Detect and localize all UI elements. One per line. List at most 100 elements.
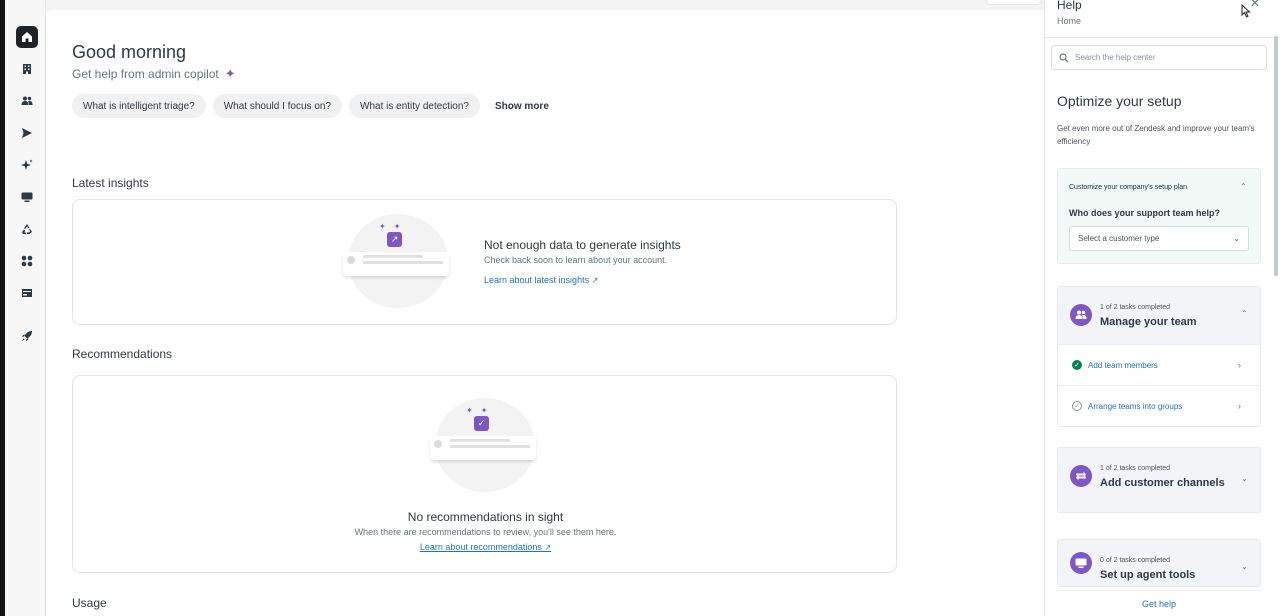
- sparkle-icon: [21, 159, 33, 170]
- latest-insights-card: ✦✦ ↗ Not enough data to generate insight…: [72, 199, 897, 325]
- task-progress: 1 of 2 tasks completed: [1100, 465, 1171, 472]
- illustration-tray: [343, 252, 449, 276]
- illustration-line: [450, 445, 530, 448]
- illustration-tray: [430, 436, 536, 460]
- illustration-line: [450, 439, 510, 442]
- chevron-up-icon: ⌃: [1241, 309, 1248, 318]
- nav-workspaces[interactable]: [16, 186, 38, 208]
- customer-type-select-value: Select a customer type: [1078, 234, 1160, 243]
- home-icon: [22, 32, 32, 42]
- recommendations-title: Recommendations: [72, 347, 173, 361]
- nav-home[interactable]: [16, 26, 38, 48]
- customer-type-select[interactable]: Select a customer type ⌄: [1069, 226, 1249, 251]
- check-circle-outline-icon: ✓: [1072, 401, 1082, 411]
- external-link-icon: ↗: [544, 543, 552, 552]
- home-main-content: Good morning Get help from admin copilot…: [46, 10, 1044, 616]
- monitor-icon: [21, 192, 33, 202]
- trend-chart-icon: ↗: [387, 232, 402, 247]
- help-panel-title: Help: [1057, 0, 1082, 12]
- illustration-line: [363, 255, 423, 258]
- send-icon: [22, 128, 32, 138]
- divider: [1045, 37, 1280, 38]
- chevron-down-icon: ⌄: [1241, 562, 1248, 571]
- nav-channels[interactable]: [16, 122, 38, 144]
- help-search-input[interactable]: [1075, 53, 1255, 62]
- building-icon: [23, 64, 31, 74]
- mouse-cursor-icon: [1241, 4, 1251, 18]
- recycle-icon: [22, 224, 32, 234]
- learn-recommendations-link[interactable]: Learn about recommendations ↗: [420, 542, 551, 552]
- top-search-fragment[interactable]: [986, 0, 1042, 5]
- task-progress: 1 of 2 tasks completed: [1100, 304, 1171, 311]
- chevron-down-icon: ⌄: [1233, 234, 1240, 243]
- learn-recommendations-link-text: Learn about recommendations: [419, 542, 542, 552]
- nav-ai[interactable]: [16, 154, 38, 176]
- task-header[interactable]: 1 of 2 tasks completed Manage your team …: [1058, 287, 1260, 344]
- help-scrollbar[interactable]: [1274, 36, 1278, 276]
- insights-subtext: Check back soon to learn about your acco…: [484, 255, 668, 265]
- nav-objects-rules[interactable]: [16, 218, 38, 240]
- task-name: Add customer channels: [1100, 477, 1225, 489]
- question-chip[interactable]: What is intelligent triage?: [72, 94, 206, 118]
- close-icon[interactable]: ✕: [1250, 0, 1260, 10]
- divider: [1057, 590, 1261, 591]
- task-name: Manage your team: [1100, 316, 1197, 328]
- task-name: Set up agent tools: [1100, 569, 1196, 581]
- help-panel: Help Home ✕ Optimize your setup Get even…: [1044, 0, 1280, 616]
- greeting-heading: Good morning: [72, 42, 187, 62]
- card-icon: [22, 289, 32, 297]
- nav-account[interactable]: [16, 282, 38, 304]
- recommendations-subtext: When there are recommendations to review…: [354, 527, 617, 537]
- recommendations-illustration: ✦✦ ✓: [430, 398, 540, 494]
- suggested-questions: What is intelligent triage? What should …: [72, 94, 549, 118]
- chevron-right-icon: ›: [1238, 360, 1241, 370]
- customize-plan-label[interactable]: Customize your company's setup plan: [1069, 184, 1187, 191]
- question-chip[interactable]: What should I focus on?: [212, 94, 343, 118]
- help-search-box: [1051, 45, 1267, 70]
- search-icon: [1059, 52, 1069, 62]
- subtask-arrange-teams[interactable]: ✓ Arrange teams into groups ›: [1058, 385, 1260, 426]
- nav-organization[interactable]: [16, 58, 38, 80]
- check-circle-icon: ✓: [1072, 360, 1082, 370]
- recommendations-heading: No recommendations in sight: [407, 510, 564, 524]
- customer-type-question: Who does your support team help?: [1069, 208, 1221, 218]
- people-icon: [1070, 304, 1092, 326]
- recommendations-message: No recommendations in sight When there a…: [73, 510, 898, 555]
- latest-insights-title: Latest insights: [72, 176, 149, 190]
- copilot-subtitle: Get help from admin copilot ✦: [72, 66, 236, 82]
- task-header[interactable]: 1 of 2 tasks completed Add customer chan…: [1058, 448, 1260, 512]
- help-breadcrumb[interactable]: Home: [1057, 16, 1081, 26]
- chevron-down-icon: ⌄: [1241, 474, 1248, 483]
- optimize-description: Get even more out of Zendesk and improve…: [1057, 124, 1255, 146]
- task-card-agent-tools: 0 of 2 tasks completed Set up agent tool…: [1057, 539, 1261, 587]
- external-link-icon: ↗: [591, 276, 599, 285]
- copilot-subtitle-text: Get help from admin copilot: [72, 67, 219, 81]
- learn-insights-link[interactable]: Learn about latest insights ↗: [484, 275, 598, 285]
- task-header[interactable]: 0 of 2 tasks completed Set up agent tool…: [1058, 540, 1260, 586]
- illustration-dot: [434, 440, 442, 448]
- get-help-link[interactable]: Get help: [1142, 599, 1176, 609]
- sparkle-icon: ✦: [224, 66, 236, 81]
- question-chip[interactable]: What is entity detection?: [349, 94, 480, 118]
- insights-message: Not enough data to generate insights Che…: [484, 238, 681, 288]
- illustration-dot: [347, 256, 355, 264]
- nav-launch[interactable]: [16, 325, 38, 347]
- insights-illustration: ✦✦ ↗: [343, 214, 453, 310]
- sparkle-icon: ✦✦: [466, 406, 496, 415]
- task-progress: 0 of 2 tasks completed: [1100, 557, 1171, 564]
- chevron-up-icon[interactable]: ⌃: [1240, 182, 1247, 191]
- show-more-button[interactable]: Show more: [487, 101, 549, 112]
- subtask-add-team-members[interactable]: ✓ Add team members ›: [1058, 344, 1260, 385]
- recommendations-card: ✦✦ ✓ No recommendations in sight When th…: [72, 375, 897, 573]
- sparkle-icon: ✦✦: [379, 222, 409, 231]
- left-navigation: [0, 0, 46, 616]
- insights-heading: Not enough data to generate insights: [484, 238, 681, 252]
- learn-insights-link-text: Learn about latest insights: [484, 275, 590, 285]
- rocket-icon: [22, 331, 32, 341]
- task-card-manage-team: 1 of 2 tasks completed Manage your team …: [1057, 286, 1261, 427]
- illustration-line: [363, 261, 443, 264]
- nav-people[interactable]: [16, 90, 38, 112]
- optimize-title: Optimize your setup: [1057, 93, 1182, 109]
- swap-arrows-icon: [1070, 465, 1092, 487]
- nav-apps-integrations[interactable]: [16, 250, 38, 272]
